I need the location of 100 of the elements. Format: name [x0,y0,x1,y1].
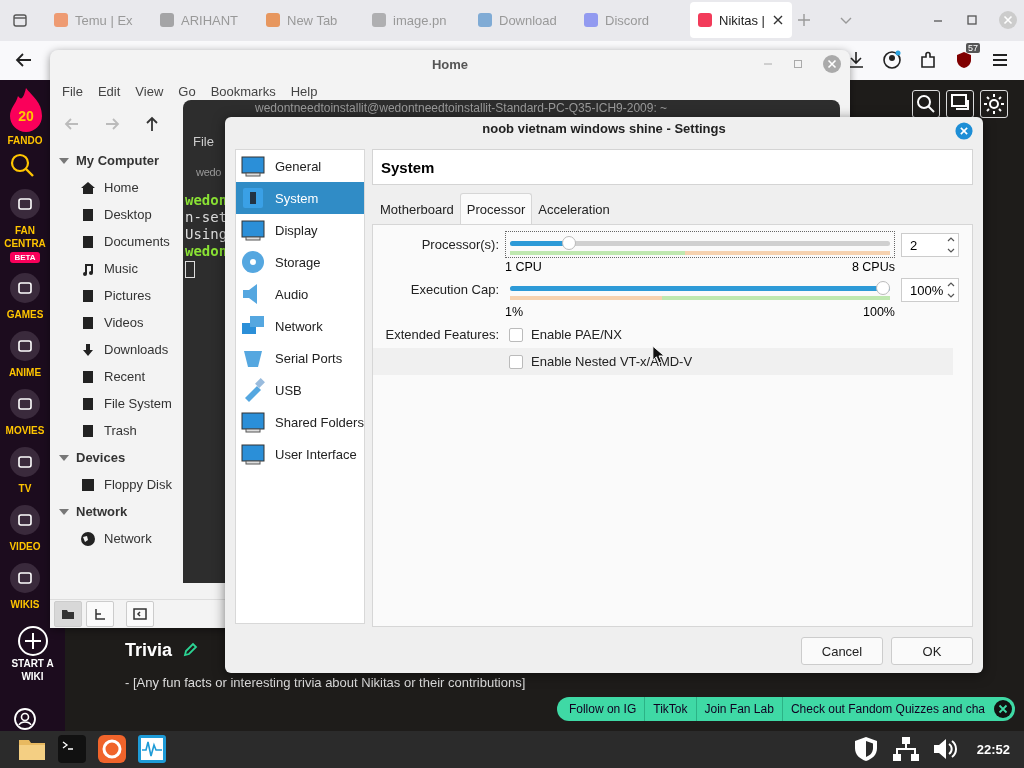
window-title: wedontneedtoinstallit@wedontneedtoinstallit-Standard-PC-Q35-ICH9-2009: ~ [255,101,668,115]
rail-label[interactable]: VIDEO [9,539,41,553]
rail-label[interactable]: ANIME [8,365,42,379]
category-item[interactable]: User Interface [236,438,364,470]
terminal-line: n-set [185,209,228,226]
menu-item[interactable]: Help [286,82,323,101]
slider[interactable] [510,236,890,250]
plus-circle-icon[interactable] [16,624,49,657]
sidebar-item[interactable]: Trash [104,423,137,438]
slider-thumb[interactable] [876,281,890,295]
favicon-icon [372,13,386,28]
category-item[interactable]: General [236,150,364,182]
category-item[interactable]: Display [236,214,364,246]
menu-item[interactable]: File [193,134,214,149]
favicon-icon [698,13,712,28]
place-icon [80,233,96,250]
sidebar-item[interactable]: Videos [104,315,144,330]
spin-box[interactable]: 100% [901,278,959,302]
menu-item[interactable]: Bookmarks [206,82,281,101]
place-icon [80,395,96,412]
sidebar-item[interactable]: Documents [104,234,170,249]
sidebar-item[interactable]: Downloads [104,342,169,357]
place-icon [80,476,96,493]
tab[interactable]: Acceleration [532,196,616,224]
sidebar-item[interactable]: Home [104,180,139,195]
count-badge: 57 [966,43,980,54]
system-monitor-icon[interactable] [137,734,167,765]
rail-label[interactable]: TV [18,481,32,495]
slider-thumb[interactable] [562,236,577,250]
rail-label[interactable]: CENTRA [4,236,46,250]
account-icon[interactable] [882,50,902,71]
terminal-icon[interactable] [57,734,87,765]
sidebar-item[interactable]: Desktop [104,207,152,222]
category-item[interactable]: Storage [236,246,364,278]
shield-icon[interactable] [954,50,974,71]
rail-label: FANDO [6,133,44,147]
sidebar-heading[interactable]: Devices [76,450,126,465]
banner-link[interactable]: Follow on IG [560,696,646,721]
browser-tab[interactable]: Nikitas | [690,2,792,39]
sidebar-item[interactable]: Pictures [104,288,151,303]
page-title: System [381,158,435,176]
sun-icon[interactable] [980,89,1008,118]
rail-label[interactable]: FAN [15,223,35,237]
tree-view-icon[interactable] [86,601,114,627]
checkbox-label[interactable]: Enable Nested VT-x/AMD-V [531,354,693,369]
category-item[interactable]: Shared Folders [236,406,364,438]
sidebar-heading[interactable]: My Computer [76,153,160,168]
sidebar-heading[interactable]: Network [76,504,128,519]
dialog-button[interactable]: Cancel [801,637,883,665]
places-view-icon[interactable] [54,601,82,627]
close-icon[interactable] [772,14,784,27]
section-heading: Trivia [125,639,173,661]
banner-link[interactable]: Join Fan Lab [696,696,783,721]
banner-link[interactable]: TikTok [645,696,697,721]
place-icon [80,179,96,196]
category-item[interactable]: Audio [236,278,364,310]
category-item[interactable]: System [236,182,364,214]
menu-item[interactable]: View [131,82,169,101]
rail-label[interactable]: MOVIES [5,423,45,437]
category-item[interactable]: USB [236,374,364,406]
dialog-button[interactable]: OK [891,637,973,665]
rail-item-icon[interactable] [10,188,40,219]
checkbox[interactable] [509,354,523,369]
banner-link[interactable]: Check out Fandom Quizzes and cha [782,696,993,721]
menu-item[interactable]: Edit [93,82,126,101]
tab-list-icon[interactable] [12,12,28,29]
rail-item-icon[interactable] [10,330,40,361]
menu-item[interactable]: Go [174,82,201,101]
browser-icon[interactable] [97,734,127,765]
rail-item-icon[interactable] [10,272,40,303]
checkbox[interactable] [509,327,523,342]
rail-label[interactable]: WIKIS [10,597,40,611]
pencil-icon[interactable] [182,642,199,659]
sidebar-item[interactable]: Recent [104,369,146,384]
category-item[interactable]: Network [236,310,364,342]
spin-box[interactable]: 2 [901,233,959,257]
slider[interactable] [510,281,890,295]
rail-item-icon[interactable] [10,388,40,419]
tab[interactable]: Processor [459,193,533,224]
rail-item-icon[interactable] [10,504,40,535]
rail-item-icon[interactable] [10,446,40,477]
rail-label[interactable]: WIKI [0,669,65,683]
puzzle-icon[interactable] [918,50,938,71]
category-icon [240,409,266,435]
category-item[interactable]: Serial Ports [236,342,364,374]
menu-item[interactable]: File [58,82,88,101]
sidebar-item[interactable]: Music [104,261,138,276]
terminal-tab[interactable]: wedo [196,166,222,178]
checkbox-label[interactable]: Enable PAE/NX [531,327,622,342]
tab[interactable]: Motherboard [374,196,460,224]
rail-item-icon[interactable] [10,562,40,593]
sidebar-item[interactable]: Network [104,531,152,546]
sidebar-item[interactable]: File System [104,396,172,411]
window-title: Home [431,56,469,72]
rail-label[interactable]: GAMES [6,307,44,321]
sidebar-item[interactable]: Floppy Disk [104,477,172,492]
user-icon[interactable] [13,706,37,731]
sidebar-toggle-icon[interactable] [126,601,154,627]
close-icon[interactable] [993,698,1013,719]
rail-label[interactable]: START A [0,656,65,670]
